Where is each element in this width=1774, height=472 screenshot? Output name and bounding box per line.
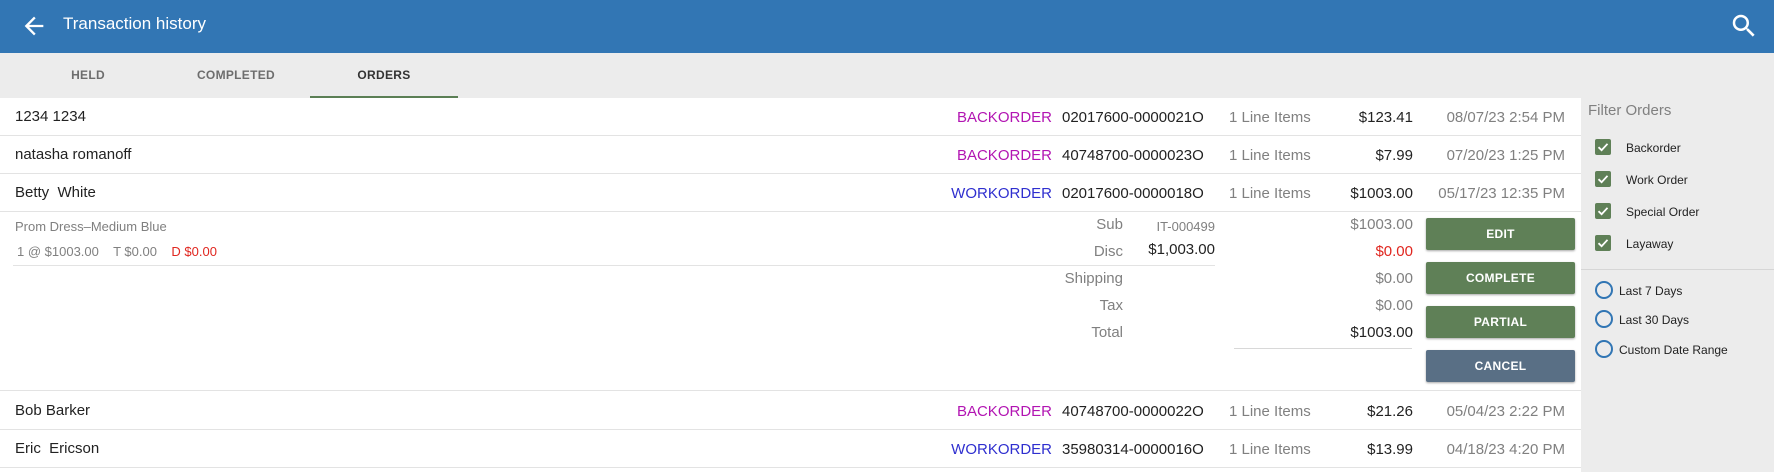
- app-bar: Transaction history: [0, 0, 1774, 53]
- checkbox-label: Layaway: [1626, 237, 1674, 251]
- complete-button[interactable]: COMPLETE: [1426, 262, 1575, 294]
- checkbox-label: Special Order: [1626, 205, 1700, 219]
- tab-held[interactable]: HELD: [14, 53, 162, 98]
- order-row[interactable]: natasha romanoff BACKORDER 40748700-0000…: [0, 136, 1581, 174]
- radio-unselected-icon[interactable]: [1595, 340, 1613, 358]
- line-items-count: 1 Line Items: [1229, 441, 1311, 458]
- filter-layaway[interactable]: Layaway: [1581, 232, 1774, 256]
- filter-custom-date-range[interactable]: Custom Date Range: [1581, 337, 1774, 361]
- search-button[interactable]: [1729, 11, 1759, 41]
- filter-last-7-days[interactable]: Last 7 Days: [1581, 278, 1774, 302]
- order-type: WORKORDER: [951, 441, 1052, 458]
- radio-unselected-icon[interactable]: [1595, 281, 1613, 299]
- summary-value: $0.00: [1375, 297, 1413, 314]
- order-number: 40748700-0000022O: [1062, 403, 1204, 420]
- order-amount: $123.41: [1358, 109, 1413, 126]
- edit-button[interactable]: EDIT: [1426, 218, 1575, 250]
- radio-label: Last 7 Days: [1619, 284, 1683, 298]
- summary-value: $0.00: [1375, 270, 1413, 287]
- customer-name: natasha romanoff: [15, 146, 132, 163]
- filter-special-order[interactable]: Special Order: [1581, 200, 1774, 224]
- customer-name: Bob Barker: [15, 402, 91, 419]
- order-detail-panel: Prom Dress–Medium Blue IT-000499 1 @ $10…: [0, 213, 1581, 391]
- checkbox-checked-icon[interactable]: [1595, 139, 1611, 155]
- summary-label: Shipping: [1064, 270, 1123, 287]
- summary-label: Tax: [1099, 297, 1123, 314]
- summary-label: Sub: [1096, 216, 1123, 233]
- divider: [13, 265, 1215, 266]
- arrow-left-icon: [24, 16, 44, 36]
- filter-last-30-days[interactable]: Last 30 Days: [1581, 307, 1774, 331]
- order-date: 05/17/23 12:35 PM: [1438, 185, 1565, 202]
- summary-subtotal: Sub $1003.00: [0, 216, 1581, 236]
- back-button[interactable]: [20, 12, 48, 40]
- tab-orders[interactable]: ORDERS: [310, 53, 458, 98]
- filter-panel: Filter Orders Backorder Work Order Speci…: [1581, 53, 1774, 472]
- customer-name: 1234 1234: [15, 108, 86, 125]
- customer-name: Eric Ericson: [15, 440, 100, 457]
- checkbox-checked-icon[interactable]: [1595, 203, 1611, 219]
- partial-button[interactable]: PARTIAL: [1426, 306, 1575, 338]
- order-number: 35980314-0000016O: [1062, 441, 1204, 458]
- summary-total: Total $1003.00: [0, 324, 1581, 344]
- radio-label: Custom Date Range: [1619, 343, 1728, 357]
- customer-name: Betty White: [15, 184, 96, 201]
- checkbox-checked-icon[interactable]: [1595, 171, 1611, 187]
- line-items-count: 1 Line Items: [1229, 109, 1311, 126]
- tab-bar: HELD COMPLETED ORDERS: [0, 53, 1581, 98]
- order-number: 02017600-0000018O: [1062, 185, 1204, 202]
- summary-label: Disc: [1093, 243, 1123, 260]
- summary-shipping: Shipping $0.00: [0, 270, 1581, 290]
- summary-discount: Disc $0.00: [0, 243, 1581, 263]
- filter-title: Filter Orders: [1588, 102, 1672, 119]
- order-date: 07/20/23 1:25 PM: [1446, 147, 1565, 164]
- summary-value: $1003.00: [1350, 216, 1413, 233]
- order-row[interactable]: Bob Barker BACKORDER 40748700-0000022O 1…: [0, 392, 1581, 430]
- checkbox-checked-icon[interactable]: [1595, 235, 1611, 251]
- radio-label: Last 30 Days: [1619, 313, 1690, 327]
- checkbox-label: Work Order: [1626, 173, 1688, 187]
- order-amount: $7.99: [1375, 147, 1413, 164]
- order-type: BACKORDER: [956, 109, 1052, 126]
- line-items-count: 1 Line Items: [1229, 185, 1311, 202]
- filter-backorder[interactable]: Backorder: [1581, 136, 1774, 160]
- line-items-count: 1 Line Items: [1229, 403, 1311, 420]
- order-number: 40748700-0000023O: [1062, 147, 1204, 164]
- order-row-expanded[interactable]: Betty White WORKORDER 02017600-0000018O …: [0, 174, 1581, 212]
- order-date: 05/04/23 2:22 PM: [1446, 403, 1565, 420]
- summary-tax: Tax $0.00: [0, 297, 1581, 317]
- filter-work-order[interactable]: Work Order: [1581, 168, 1774, 192]
- order-amount: $13.99: [1367, 441, 1413, 458]
- cancel-button[interactable]: CANCEL: [1426, 350, 1575, 382]
- order-amount: $21.26: [1367, 403, 1413, 420]
- order-row[interactable]: Eric Ericson WORKORDER 35980314-0000016O…: [0, 430, 1581, 468]
- search-icon: [1732, 14, 1755, 37]
- divider: [1234, 348, 1412, 349]
- orders-list: 1234 1234 BACKORDER 02017600-0000021O 1 …: [0, 98, 1581, 472]
- summary-value: $1003.00: [1350, 324, 1413, 341]
- order-type: WORKORDER: [951, 185, 1052, 202]
- checkbox-label: Backorder: [1626, 141, 1681, 155]
- summary-label: Total: [1091, 324, 1123, 341]
- order-date: 04/18/23 4:20 PM: [1446, 441, 1565, 458]
- divider: [1581, 269, 1774, 270]
- tab-completed[interactable]: COMPLETED: [162, 53, 310, 98]
- radio-unselected-icon[interactable]: [1595, 310, 1613, 328]
- order-amount: $1003.00: [1350, 185, 1413, 202]
- order-number: 02017600-0000021O: [1062, 109, 1204, 126]
- order-row[interactable]: 1234 1234 BACKORDER 02017600-0000021O 1 …: [0, 98, 1581, 136]
- order-type: BACKORDER: [956, 147, 1052, 164]
- line-items-count: 1 Line Items: [1229, 147, 1311, 164]
- summary-value: $0.00: [1375, 243, 1413, 260]
- order-date: 08/07/23 2:54 PM: [1446, 109, 1565, 126]
- page-title: Transaction history: [63, 14, 206, 33]
- order-type: BACKORDER: [956, 403, 1052, 420]
